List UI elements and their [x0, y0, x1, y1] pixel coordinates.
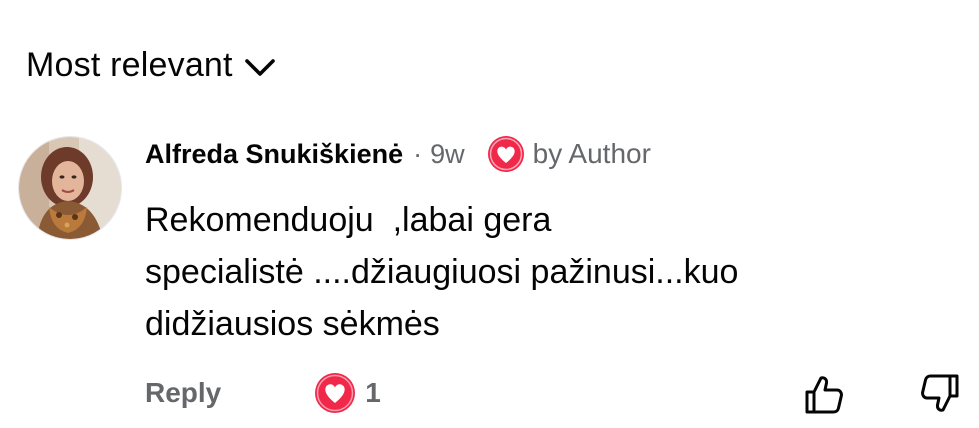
- sort-dropdown[interactable]: Most relevant: [26, 46, 277, 85]
- avatar-image: [19, 137, 121, 239]
- reaction-summary[interactable]: 1: [313, 371, 381, 415]
- heart-icon: [315, 373, 356, 413]
- comments-section: Most relevant Alfreda Snukiškienė · 9w b…: [0, 0, 979, 428]
- author-name[interactable]: Alfreda Snukiškienė: [145, 139, 403, 170]
- heart-icon: [487, 136, 524, 172]
- reply-button[interactable]: Reply: [145, 377, 221, 409]
- comment-actions: Reply 1: [145, 370, 381, 416]
- timestamp[interactable]: 9w: [430, 139, 465, 170]
- thumbs-down-icon[interactable]: [918, 372, 962, 416]
- chevron-down-icon: [244, 58, 275, 76]
- thumbs-up-icon[interactable]: [802, 372, 846, 416]
- avatar[interactable]: [18, 136, 122, 240]
- separator-dot: ·: [413, 138, 423, 169]
- reaction-count: 1: [365, 377, 381, 408]
- by-author-label: by Author: [532, 138, 651, 169]
- sort-label: Most relevant: [26, 46, 233, 84]
- comment-header: Alfreda Snukiškienė · 9w by Author: [145, 134, 651, 174]
- comment-text: Rekomenduoju ,labai gera specialistė ...…: [145, 201, 739, 343]
